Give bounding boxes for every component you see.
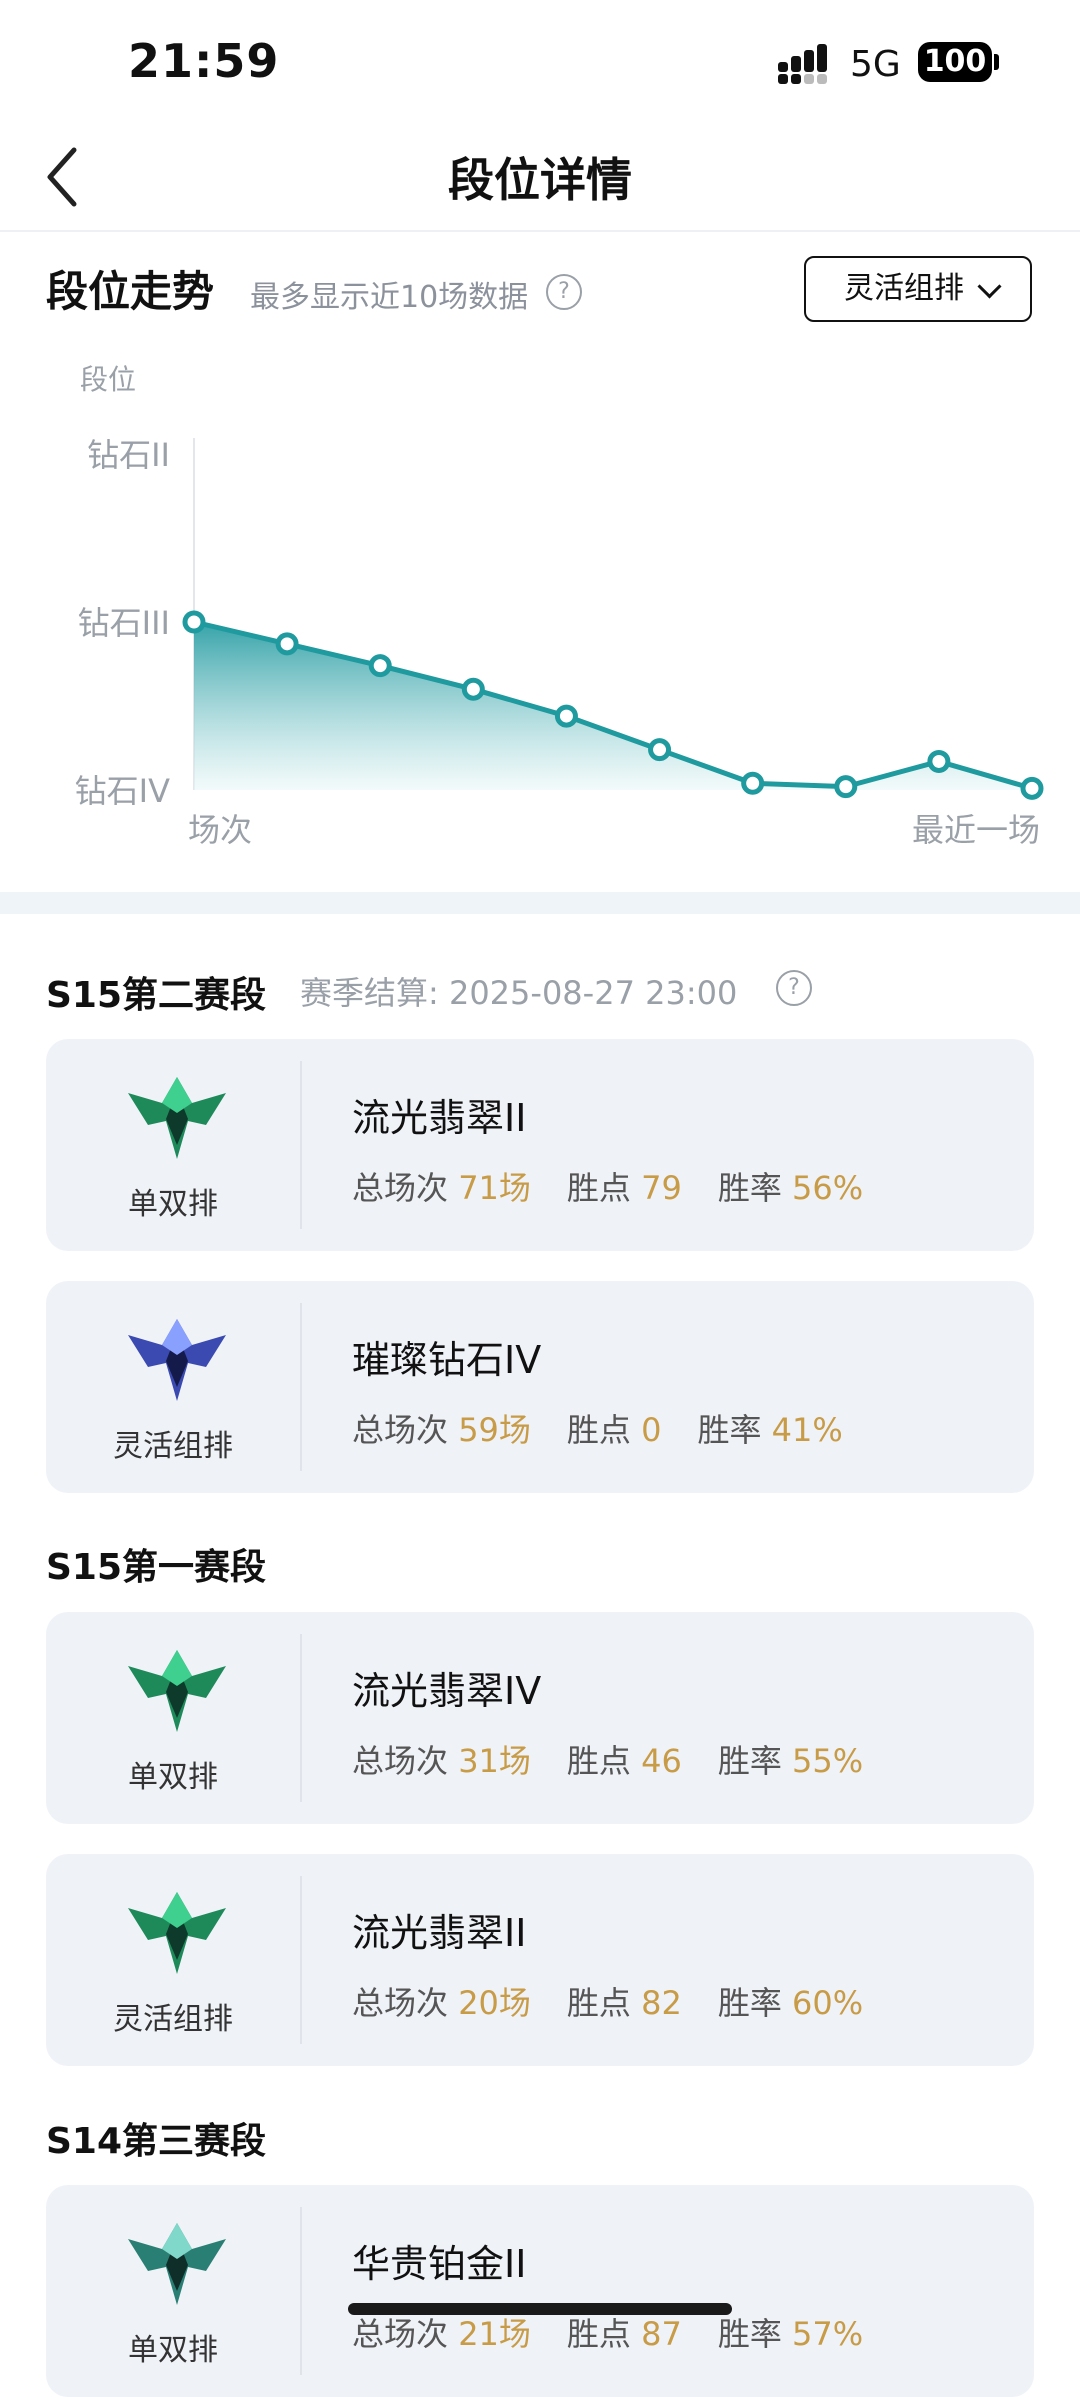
- queue-mode-dropdown[interactable]: 灵活组排: [804, 256, 1032, 322]
- status-bar: 21:59 5G 100: [0, 0, 1080, 120]
- total-label: 总场次: [352, 1411, 449, 1449]
- card-divider: [300, 1303, 302, 1471]
- y-tick-label: 钻石IV: [75, 772, 170, 810]
- rank-name: 流光翡翠II: [352, 1096, 527, 1140]
- card-divider: [300, 1876, 302, 2044]
- rank-name: 流光翡翠II: [352, 1911, 527, 1955]
- card-divider: [300, 1061, 302, 1229]
- chart-point: [1020, 776, 1044, 800]
- winrate-label: 胜率: [717, 1984, 782, 2022]
- total-value: 21场: [458, 2315, 531, 2353]
- x-axis-start-label: 场次: [188, 811, 252, 849]
- winrate-value: 60%: [792, 1984, 864, 2022]
- lp-value: 79: [641, 1169, 682, 1207]
- chart-area: [194, 622, 1032, 790]
- lp-value: 82: [641, 1984, 682, 2022]
- winrate-label: 胜率: [717, 2315, 782, 2353]
- rank-stats: 总场次 71场 胜点 79 胜率 56%: [352, 1163, 863, 1209]
- lp-value: 87: [641, 2315, 682, 2353]
- season-title: S14第三赛段: [46, 2121, 267, 2162]
- trend-title: 段位走势: [46, 267, 215, 316]
- chart-point: [368, 654, 392, 678]
- total-value: 59场: [458, 1411, 531, 1449]
- rank-stats: 总场次 21场 胜点 87 胜率 57%: [352, 2309, 863, 2355]
- emerald-emblem-icon: [128, 1892, 226, 1974]
- help-icon[interactable]: ?: [776, 970, 812, 1006]
- x-axis-end-label: 最近一场: [912, 811, 1040, 849]
- emerald-emblem-icon: [128, 1077, 226, 1159]
- rank-stats: 总场次 31场 胜点 46 胜率 55%: [352, 1736, 863, 1782]
- rank-card[interactable]: 单双排 流光翡翠IV 总场次 31场 胜点 46 胜率 55%: [46, 1612, 1034, 1824]
- chart-point: [554, 704, 578, 728]
- chart-point: [741, 771, 765, 795]
- chart-point: [648, 738, 672, 762]
- diamond-emblem-icon: [128, 1319, 226, 1401]
- queue-label: 灵活组排: [113, 1429, 233, 1464]
- rank-stats: 总场次 59场 胜点 0 胜率 41%: [352, 1405, 843, 1451]
- lp-label: 胜点: [566, 1411, 631, 1449]
- queue-mode-label: 灵活组排: [844, 271, 964, 306]
- network-type: 5G: [850, 44, 901, 85]
- rank-name: 璀璨钻石IV: [352, 1338, 542, 1382]
- total-label: 总场次: [352, 1742, 449, 1780]
- total-label: 总场次: [352, 2315, 449, 2353]
- winrate-value: 56%: [792, 1169, 864, 1207]
- chart-point: [275, 632, 299, 656]
- total-value: 20场: [458, 1984, 531, 2022]
- chevron-down-icon: [977, 274, 1002, 299]
- rank-stats: 总场次 20场 胜点 82 胜率 60%: [352, 1978, 863, 2024]
- season-settlement: 赛季结算: 2025-08-27 23:00: [300, 974, 738, 1012]
- total-label: 总场次: [352, 1984, 449, 2022]
- platinum-emblem-icon: [128, 2223, 226, 2305]
- card-divider: [300, 2207, 302, 2375]
- total-value: 31场: [458, 1742, 531, 1780]
- total-label: 总场次: [352, 1169, 449, 1207]
- queue-label: 灵活组排: [113, 2002, 233, 2037]
- battery-tip: [994, 54, 999, 70]
- y-tick-label: 钻石III: [78, 604, 170, 642]
- rank-name: 华贵铂金II: [352, 2242, 527, 2286]
- battery-icon: 100: [918, 42, 992, 82]
- rank-card[interactable]: 灵活组排 流光翡翠II 总场次 20场 胜点 82 胜率 60%: [46, 1854, 1034, 2066]
- season-title: S15第二赛段: [46, 975, 267, 1016]
- rank-name: 流光翡翠IV: [352, 1669, 542, 1713]
- winrate-value: 41%: [771, 1411, 843, 1449]
- winrate-value: 57%: [792, 2315, 864, 2353]
- chart-point: [834, 775, 858, 799]
- chart-point: [927, 749, 951, 773]
- rank-card[interactable]: 单双排 流光翡翠II 总场次 71场 胜点 79 胜率 56%: [46, 1039, 1034, 1251]
- queue-label: 单双排: [128, 2333, 218, 2368]
- winrate-label: 胜率: [717, 1742, 782, 1780]
- rank-card[interactable]: 灵活组排 璀璨钻石IV 总场次 59场 胜点 0 胜率 41%: [46, 1281, 1034, 1493]
- queue-label: 单双排: [128, 1187, 218, 1222]
- lp-label: 胜点: [566, 1169, 631, 1207]
- signal-strength-icon: [778, 44, 827, 84]
- card-divider: [300, 1634, 302, 1802]
- total-value: 71场: [458, 1169, 531, 1207]
- section-divider: [0, 892, 1080, 914]
- home-indicator[interactable]: [348, 2303, 732, 2315]
- nav-bar: 段位详情: [0, 120, 1080, 232]
- lp-label: 胜点: [566, 2315, 631, 2353]
- help-icon[interactable]: ?: [546, 274, 582, 310]
- lp-label: 胜点: [566, 1742, 631, 1780]
- trend-hint: 最多显示近10场数据: [250, 280, 529, 315]
- y-tick-label: 钻石II: [87, 436, 170, 474]
- winrate-value: 55%: [792, 1742, 864, 1780]
- winrate-label: 胜率: [697, 1411, 762, 1449]
- lp-value: 0: [641, 1411, 662, 1449]
- page-title: 段位详情: [448, 153, 632, 207]
- chart-point: [461, 677, 485, 701]
- y-axis-label: 段位: [80, 363, 136, 396]
- lp-value: 46: [641, 1742, 682, 1780]
- queue-label: 单双排: [128, 1760, 218, 1795]
- winrate-label: 胜率: [717, 1169, 782, 1207]
- season-title: S15第一赛段: [46, 1547, 267, 1588]
- status-time: 21:59: [128, 34, 280, 88]
- emerald-emblem-icon: [128, 1650, 226, 1732]
- chart-point: [182, 610, 206, 634]
- rank-trend-chart: 段位 钻石II 钻石III 钻石IV 场次 最近一场: [75, 363, 1044, 849]
- lp-label: 胜点: [566, 1984, 631, 2022]
- rank-card[interactable]: 单双排 华贵铂金II 总场次 21场 胜点 87 胜率 57%: [46, 2185, 1034, 2397]
